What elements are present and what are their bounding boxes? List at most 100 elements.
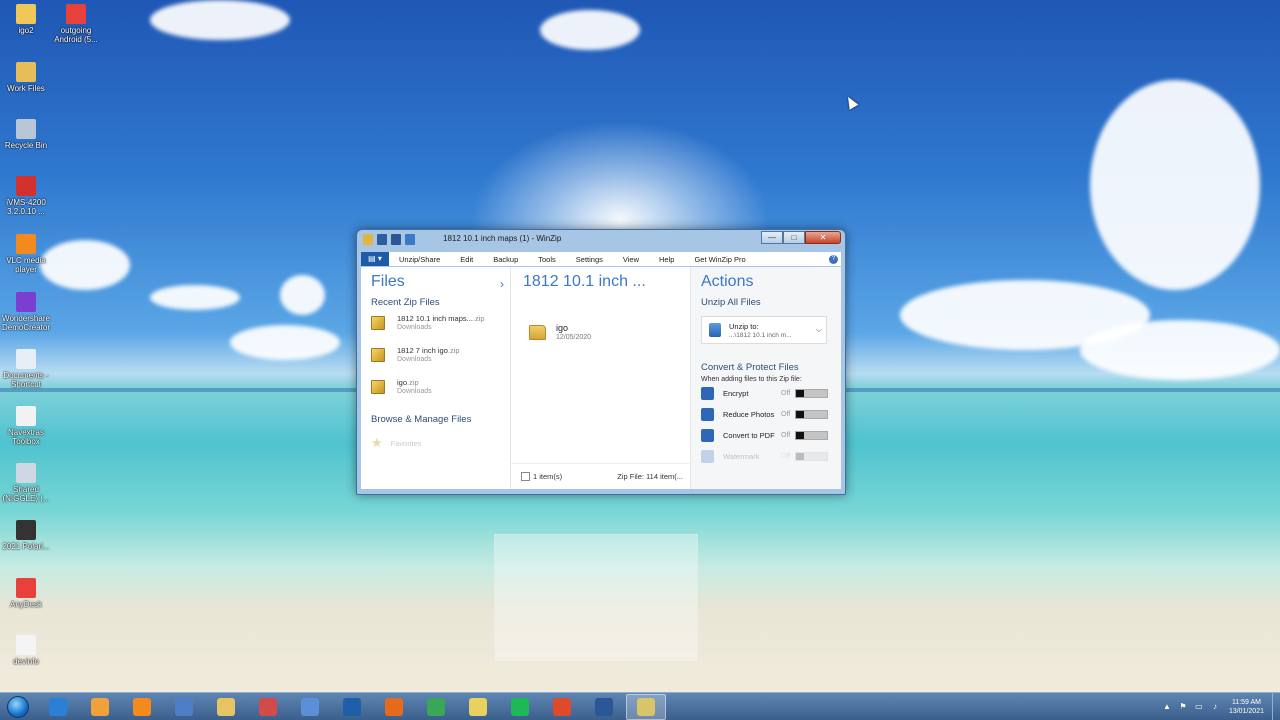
share-icon[interactable] <box>405 234 415 245</box>
encrypt-option: Encrypt Off <box>701 383 841 404</box>
lock-icon <box>701 387 714 400</box>
menu-unzip-share[interactable]: Unzip/Share <box>389 255 450 264</box>
chrome-icon <box>427 697 445 716</box>
taskbar-button[interactable] <box>416 694 456 720</box>
start-button[interactable] <box>0 693 36 720</box>
taskbar-button[interactable] <box>458 694 498 720</box>
taskbar-button[interactable] <box>542 694 582 720</box>
folder-date: 12/05/2020 <box>556 334 592 341</box>
reduce-photos-toggle[interactable] <box>795 410 828 419</box>
taskbar-button[interactable] <box>38 694 78 720</box>
desktop-icon-label: 2021 Polari... <box>2 542 50 551</box>
mouse-cursor <box>843 94 859 110</box>
taskbar-button[interactable] <box>206 694 246 720</box>
option-state: Off <box>781 432 791 439</box>
desktop-icon[interactable]: igo2 <box>0 4 52 35</box>
anydesk-icon <box>66 4 86 24</box>
title-bar[interactable]: 1812 10.1 inch maps (1) - WinZip — □ ✕ <box>357 230 845 250</box>
minimize-button[interactable]: — <box>761 231 783 244</box>
taskbar-button[interactable] <box>374 694 414 720</box>
desktop-icon[interactable]: devinfo <box>0 635 52 666</box>
desktop-icon[interactable]: Wondershare DemoCreator <box>0 292 52 332</box>
taskbar-button[interactable] <box>332 694 372 720</box>
desktop-icon[interactable]: Work Files <box>0 62 52 93</box>
word-icon[interactable] <box>391 234 401 245</box>
taskbar-button[interactable] <box>80 694 120 720</box>
help-icon[interactable]: ? <box>829 254 838 264</box>
desktop-icon[interactable]: Recycle Bin <box>0 119 52 150</box>
winzip-icon <box>637 697 655 716</box>
text-file-icon <box>16 635 36 655</box>
menu-edit[interactable]: Edit <box>450 255 483 264</box>
watermark-toggle[interactable] <box>795 452 828 461</box>
chevron-down-icon[interactable]: ⌵ <box>816 325 822 335</box>
option-state: Off <box>781 411 791 418</box>
desktop-icon[interactable]: Documents - Shortcut <box>0 349 52 389</box>
cloud <box>280 275 325 315</box>
desktop-icon[interactable]: AnyDesk <box>0 578 52 609</box>
monitor-icon[interactable]: ▭ <box>1194 702 1204 712</box>
maximize-button[interactable]: □ <box>783 231 805 244</box>
save-icon[interactable] <box>377 234 387 245</box>
unzip-to-label: Unzip to: <box>729 322 759 331</box>
option-label: Reduce Photos <box>723 410 775 419</box>
quick-access-toolbar <box>363 234 415 245</box>
taskbar-button[interactable] <box>290 694 330 720</box>
volume-icon[interactable]: ♪ <box>1210 702 1220 712</box>
convert-protect-subtitle: When adding files to this Zip file: <box>701 376 802 383</box>
anydesk-icon <box>16 578 36 598</box>
recent-item[interactable]: 1812 7 inch igo.zip Downloads <box>371 346 510 378</box>
recent-item[interactable]: igo.zip Downloads <box>371 378 510 410</box>
content-panes: Files › Recent Zip Files 1812 10.1 inch … <box>361 267 841 489</box>
show-hidden-icons[interactable]: ▲ <box>1162 702 1172 712</box>
menu-backup[interactable]: Backup <box>483 255 528 264</box>
desktop-icon-label: iVMS-4200 3.2.0.10 ... <box>6 198 46 216</box>
taskbar-button[interactable] <box>626 693 666 720</box>
desktop-icon[interactable]: 2021 Polari... <box>0 520 52 551</box>
cloud <box>540 10 640 50</box>
recent-zip-files-heading: Recent Zip Files <box>371 297 440 308</box>
folder-item[interactable]: igo 12/05/2020 <box>529 323 591 341</box>
files-expand-icon[interactable]: › <box>500 277 504 291</box>
convert-pdf-toggle[interactable] <box>795 431 828 440</box>
menu-help[interactable]: Help <box>649 255 684 264</box>
taskbar-button[interactable] <box>584 694 624 720</box>
close-button[interactable]: ✕ <box>805 231 841 244</box>
flag-icon[interactable]: ⚑ <box>1178 702 1188 712</box>
winzip-window[interactable]: 1812 10.1 inch maps (1) - WinZip — □ ✕ ▤… <box>356 229 846 495</box>
desktop-icon-label: Shared (NIGGLE) (... <box>2 485 50 503</box>
recent-item-location: Downloads <box>397 356 432 363</box>
show-desktop-button[interactable] <box>1272 692 1280 720</box>
recent-item[interactable]: 1812 10.1 inch maps....zip Downloads <box>371 314 510 346</box>
file-menu-button[interactable]: ▤ ▾ <box>361 252 389 266</box>
encrypt-toggle[interactable] <box>795 389 828 398</box>
unzip-to-button[interactable]: Unzip to: ...\1812 10.1 inch m... ⌵ <box>701 316 827 344</box>
taskbar-button[interactable] <box>164 694 204 720</box>
option-label: Convert to PDF <box>723 431 775 440</box>
selection-count: 1 item(s) <box>533 472 563 481</box>
desktop-icon[interactable]: outgoing Android (5... <box>50 4 102 44</box>
taskbar-button[interactable] <box>248 694 288 720</box>
menu-view[interactable]: View <box>613 255 649 264</box>
actions-pane: Actions Unzip All Files Unzip to: ...\18… <box>691 267 841 489</box>
recent-item-location: Downloads <box>397 388 432 395</box>
taskbar-button[interactable] <box>122 694 162 720</box>
desktop-icon[interactable]: VLC media player <box>0 234 52 274</box>
desktop-icon[interactable]: iVMS-4200 3.2.0.10 ... <box>0 176 52 216</box>
recent-item-ext: .zip <box>472 314 485 323</box>
favorites-item[interactable]: ★ Favorites <box>371 435 510 451</box>
recent-item-name: 1812 7 inch igo <box>397 346 448 355</box>
network-drive-icon <box>16 463 36 483</box>
taskbar-button[interactable] <box>500 694 540 720</box>
desktop-icon[interactable]: Navextras Toolbox <box>0 406 52 446</box>
clock[interactable]: 11:59 AM 13/01/2021 <box>1229 698 1264 716</box>
select-all-checkbox[interactable] <box>521 472 530 481</box>
window-title: 1812 10.1 inch maps (1) - WinZip <box>443 234 562 243</box>
desktop-icon[interactable]: Shared (NIGGLE) (... <box>0 463 52 503</box>
menu-tools[interactable]: Tools <box>528 255 566 264</box>
menu-settings[interactable]: Settings <box>566 255 613 264</box>
option-state: Off <box>781 453 791 460</box>
firefox-icon <box>385 697 403 716</box>
browse-manage-heading[interactable]: Browse & Manage Files <box>371 414 510 425</box>
menu-get-winzip-pro[interactable]: Get WinZip Pro <box>684 255 755 264</box>
